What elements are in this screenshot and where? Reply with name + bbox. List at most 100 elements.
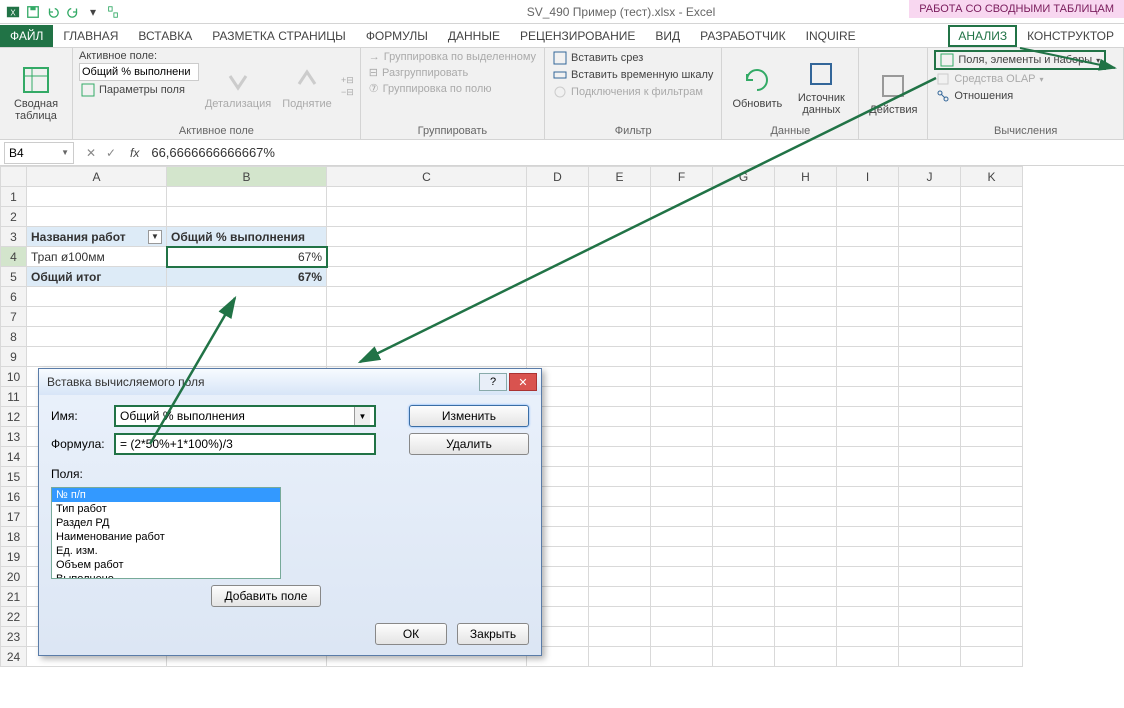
col-header[interactable]: H [775, 167, 837, 187]
filter-connections: Подключения к фильтрам [551, 84, 715, 100]
chevron-down-icon[interactable]: ▼ [61, 148, 69, 157]
refresh-button[interactable]: Обновить [728, 50, 786, 123]
group-label-filter: Фильтр [551, 123, 715, 137]
ribbon: Сводная таблица Активное поле: Параметры… [0, 48, 1124, 140]
tab-view[interactable]: ВИД [645, 25, 690, 47]
list-item[interactable]: Раздел РД [52, 516, 280, 530]
drilldown-icon [222, 64, 254, 96]
ok-button[interactable]: ОК [375, 623, 447, 645]
drilldown-button: Детализация [203, 50, 273, 123]
pivot-value-header[interactable]: Общий % выполнения [167, 227, 327, 247]
col-header[interactable]: C [327, 167, 527, 187]
list-item[interactable]: Объем работ [52, 558, 280, 572]
select-all-cell[interactable] [1, 167, 27, 187]
tab-design[interactable]: КОНСТРУКТОР [1017, 25, 1124, 47]
insert-slicer[interactable]: Вставить срез [551, 50, 715, 66]
fields-items-sets-button[interactable]: Поля, элементы и наборы▾ [934, 50, 1106, 70]
tab-file[interactable]: ФАЙЛ [0, 25, 53, 47]
group-grouping: →Группировка по выделенному ⊟Разгруппиро… [361, 48, 545, 139]
quick-access-toolbar: X ▾ [4, 3, 122, 21]
grand-total-value[interactable]: 67% [167, 267, 327, 287]
qat-more-icon[interactable]: ▾ [84, 3, 102, 21]
cancel-formula-icon[interactable]: ✕ [82, 146, 100, 160]
group-calculations: Поля, элементы и наборы▾ Средства OLAP▾ … [928, 48, 1124, 139]
refresh-icon [741, 64, 773, 96]
drillup-icon [291, 64, 323, 96]
tab-inquire[interactable]: INQUIRE [796, 25, 866, 47]
formula-input[interactable] [115, 434, 375, 454]
insert-timeline[interactable]: Вставить временную шкалу [551, 67, 715, 83]
group-label-grouping: Группировать [367, 123, 538, 137]
col-header[interactable]: D [527, 167, 589, 187]
add-field-button[interactable]: Добавить поле [211, 585, 321, 607]
col-header[interactable]: J [899, 167, 961, 187]
relations[interactable]: Отношения [934, 88, 1106, 104]
accept-formula-icon[interactable]: ✓ [102, 146, 120, 160]
dialog-close-icon[interactable]: ✕ [509, 373, 537, 391]
group-actions: Действия [859, 48, 928, 139]
actions-button[interactable]: Действия [865, 50, 921, 135]
col-header[interactable]: I [837, 167, 899, 187]
active-field-input[interactable] [79, 63, 199, 81]
col-header[interactable]: A [27, 167, 167, 187]
tab-insert[interactable]: ВСТАВКА [128, 25, 202, 47]
olap-tools: Средства OLAP▾ [934, 71, 1106, 87]
data-source-icon [805, 58, 837, 90]
dialog-help-icon[interactable]: ? [479, 373, 507, 391]
tab-home[interactable]: ГЛАВНАЯ [53, 25, 128, 47]
name-combo[interactable]: Общий % выполнения▼ [115, 406, 375, 426]
pivot-row-item[interactable]: Трап ø100мм [27, 247, 167, 267]
fields-icon [940, 53, 954, 67]
group-by-selection: →Группировка по выделенному [367, 50, 538, 64]
selected-cell[interactable]: 67% [167, 247, 327, 267]
tab-data[interactable]: ДАННЫЕ [438, 25, 510, 47]
col-header[interactable]: B [167, 167, 327, 187]
dialog-titlebar[interactable]: Вставка вычисляемого поля ? ✕ [39, 369, 541, 395]
fx-icon[interactable]: fx [124, 146, 145, 160]
fields-listbox[interactable]: № п/п Тип работ Раздел РД Наименование р… [51, 487, 281, 579]
tab-formulas[interactable]: ФОРМУЛЫ [356, 25, 438, 47]
group-filter: Вставить срез Вставить временную шкалу П… [545, 48, 722, 139]
list-item[interactable]: Наименование работ [52, 530, 280, 544]
group-by-field: ⑦Группировка по полю [367, 81, 538, 96]
change-button[interactable]: Изменить [409, 405, 529, 427]
col-header[interactable]: G [713, 167, 775, 187]
actions-icon [877, 70, 909, 102]
drillup-button: Поднятие [277, 50, 337, 123]
col-header[interactable]: E [589, 167, 651, 187]
save-icon[interactable] [24, 3, 42, 21]
col-header[interactable]: K [961, 167, 1023, 187]
tab-page-layout[interactable]: РАЗМЕТКА СТРАНИЦЫ [202, 25, 356, 47]
close-button[interactable]: Закрыть [457, 623, 529, 645]
col-header[interactable]: F [651, 167, 713, 187]
group-label-calc: Вычисления [934, 123, 1117, 137]
tab-analyze[interactable]: АНАЛИЗ [948, 25, 1017, 47]
field-settings-button[interactable]: Параметры поля [79, 82, 199, 98]
group-data: Обновить Источник данных Данные [722, 48, 859, 139]
list-item[interactable]: Выполнено [52, 572, 280, 579]
tab-review[interactable]: РЕЦЕНЗИРОВАНИЕ [510, 25, 645, 47]
pivottable-button[interactable]: Сводная таблица [6, 50, 66, 135]
list-item[interactable]: № п/п [52, 488, 280, 502]
data-source-button[interactable]: Источник данных [790, 50, 852, 123]
excel-icon: X [4, 3, 22, 21]
name-box[interactable]: B4▼ [4, 142, 74, 164]
ribbon-tabs: ФАЙЛ ГЛАВНАЯ ВСТАВКА РАЗМЕТКА СТРАНИЦЫ Ф… [0, 24, 1124, 48]
filter-dropdown-icon[interactable]: ▼ [148, 230, 162, 244]
grand-total-label[interactable]: Общий итог [27, 267, 167, 287]
formula-input[interactable]: 66,6666666666667% [145, 145, 1124, 160]
redo-icon[interactable] [64, 3, 82, 21]
active-field-label: Активное поле: [79, 50, 199, 62]
formula-bar-row: B4▼ ✕ ✓ fx 66,6666666666667% [0, 140, 1124, 166]
ungroup: ⊟Разгруппировать [367, 65, 538, 80]
delete-button[interactable]: Удалить [409, 433, 529, 455]
list-item[interactable]: Тип работ [52, 502, 280, 516]
touch-mode-icon[interactable] [104, 3, 122, 21]
tab-developer[interactable]: РАЗРАБОТЧИК [690, 25, 796, 47]
context-tab-title: РАБОТА СО СВОДНЫМИ ТАБЛИЦАМ [909, 0, 1124, 18]
chevron-down-icon[interactable]: ▼ [354, 407, 370, 425]
fields-label: Поля: [51, 467, 529, 481]
pivot-row-header[interactable]: Названия работ▼ [27, 227, 167, 247]
undo-icon[interactable] [44, 3, 62, 21]
list-item[interactable]: Ед. изм. [52, 544, 280, 558]
